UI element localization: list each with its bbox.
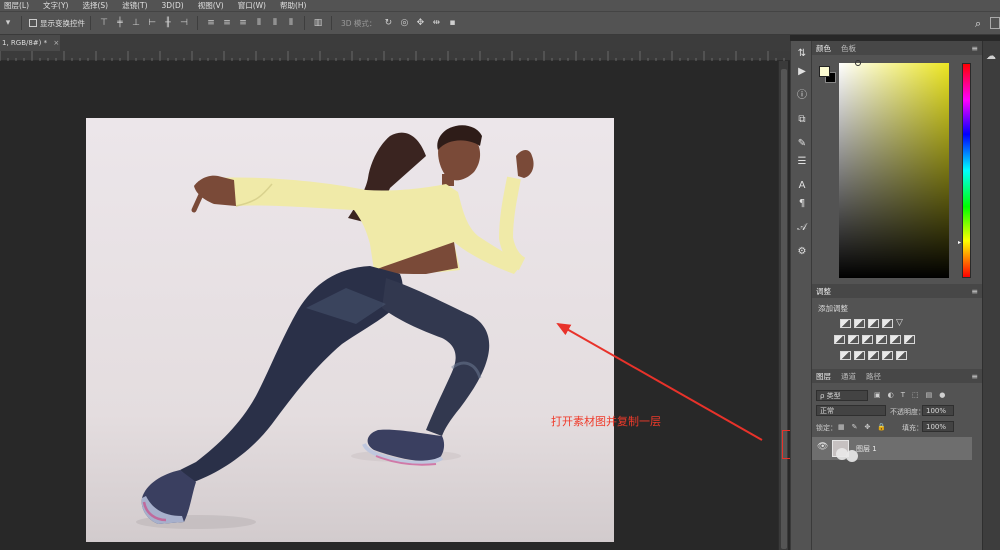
workspace-icon[interactable] xyxy=(990,17,1000,29)
adjustments-subtitle: 添加调整 xyxy=(818,304,848,313)
character-icon[interactable]: A xyxy=(794,179,810,193)
color-lookup-icon[interactable] xyxy=(904,335,915,344)
3d-panel-icon[interactable]: ⚙ xyxy=(794,245,810,259)
hue-saturation-icon[interactable] xyxy=(834,335,845,344)
color-balance-icon[interactable] xyxy=(848,335,859,344)
tab-paths[interactable]: 路径 xyxy=(866,371,881,382)
lock-transparent-icon[interactable]: ▦ xyxy=(838,423,845,431)
shape-filter-icon[interactable]: ⬚ xyxy=(912,391,919,399)
adjustment-filter-icon[interactable]: ◐ xyxy=(888,391,894,399)
adjustments-row-3 xyxy=(840,351,910,360)
foreground-color-swatch[interactable] xyxy=(819,66,830,77)
layer-filter-select[interactable]: ρ 类型 xyxy=(816,390,868,401)
blend-mode-select[interactable]: 正常 xyxy=(816,405,886,416)
fill-field[interactable]: 100% xyxy=(922,421,954,432)
tab-swatches[interactable]: 色板 xyxy=(841,43,856,54)
right-panel-group: 颜色 色板 ≡ ▸ 调整 ≡ 添加调整 ▽ 图层 通道 路径 ≡ ρ 类型 ▣ … xyxy=(812,41,982,550)
annotation-arrow xyxy=(556,323,763,441)
selective-color-icon[interactable] xyxy=(896,351,907,360)
adjustments-row-2 xyxy=(834,335,918,344)
annotation-text: 打开素材图并复制一层 xyxy=(551,415,661,428)
lock-icons: ▦ ✎ ✥ 🔒 xyxy=(838,423,893,431)
invert-icon[interactable] xyxy=(840,351,851,360)
opacity-field[interactable]: 100% xyxy=(922,405,954,416)
smart-object-filter-icon[interactable]: ▤ xyxy=(926,391,933,399)
tab-layers[interactable]: 图层 xyxy=(816,371,831,382)
color-picker-cursor[interactable] xyxy=(855,60,861,66)
tab-channels[interactable]: 通道 xyxy=(841,371,856,382)
visibility-eye-icon[interactable]: 👁 xyxy=(817,442,828,452)
layers-panel-tabs: 图层 通道 路径 ≡ xyxy=(812,369,982,383)
search-icon[interactable]: ⌕ xyxy=(975,17,981,31)
color-spectrum-field[interactable] xyxy=(839,60,949,278)
color-panel-tabs: 颜色 色板 ≡ xyxy=(812,41,982,55)
collapsed-panel-bar: ☁ xyxy=(982,41,1000,550)
lock-all-icon[interactable]: 🔒 xyxy=(877,423,886,431)
glyphs-icon[interactable]: 𝒜 xyxy=(794,221,810,235)
panel-dock: ⇅ ▶ ⓘ ⧉ ✎ ☰ A ¶ 𝒜 ⚙ xyxy=(790,41,812,550)
panel-menu-icon[interactable]: ≡ xyxy=(971,287,978,296)
vibrance-icon[interactable]: ▽ xyxy=(896,319,907,328)
tab-color[interactable]: 颜色 xyxy=(816,43,831,54)
cloud-libraries-icon[interactable]: ☁ xyxy=(986,51,996,62)
paragraph-icon[interactable]: ¶ xyxy=(794,197,810,211)
lock-position-icon[interactable]: ✥ xyxy=(865,423,871,431)
adjustments-row-1: ▽ xyxy=(840,319,910,328)
pixel-filter-icon[interactable]: ▣ xyxy=(874,391,881,399)
info-icon[interactable]: ⓘ xyxy=(794,89,810,103)
posterize-icon[interactable] xyxy=(854,351,865,360)
threshold-icon[interactable] xyxy=(868,351,879,360)
fill-label: 填充： xyxy=(902,424,923,432)
clone-source-icon[interactable]: ⧉ xyxy=(794,113,810,127)
curves-icon[interactable] xyxy=(868,319,879,328)
filter-toggle-icon[interactable]: ● xyxy=(939,391,945,399)
panel-menu-icon[interactable]: ≡ xyxy=(971,372,978,381)
opacity-label: 不透明度： xyxy=(890,408,925,416)
channel-mixer-icon[interactable] xyxy=(890,335,901,344)
hue-slider-marker[interactable]: ▸ xyxy=(958,239,961,246)
brush-presets-icon[interactable]: ✎ xyxy=(794,137,810,151)
properties-icon[interactable]: ☰ xyxy=(794,155,810,169)
adjustments-panel-tabs: 调整 ≡ xyxy=(812,284,982,298)
type-filter-icon[interactable]: T xyxy=(901,391,905,399)
tab-adjustments[interactable]: 调整 xyxy=(816,286,831,297)
levels-icon[interactable] xyxy=(854,319,865,328)
gradient-map-icon[interactable] xyxy=(882,351,893,360)
black-white-icon[interactable] xyxy=(862,335,873,344)
history-icon[interactable]: ⇅ xyxy=(794,47,810,61)
photo-filter-icon[interactable] xyxy=(876,335,887,344)
lock-label: 锁定： xyxy=(816,424,837,432)
actions-play-icon[interactable]: ▶ xyxy=(794,65,810,79)
brightness-contrast-icon[interactable] xyxy=(840,319,851,328)
layer-thumbnail-overlay xyxy=(830,444,860,466)
panel-menu-icon[interactable]: ≡ xyxy=(971,44,978,53)
lock-image-icon[interactable]: ✎ xyxy=(852,423,858,431)
exposure-icon[interactable] xyxy=(882,319,893,328)
hue-slider[interactable]: ▸ xyxy=(958,63,971,278)
layer-filter-icons: ▣ ◐ T ⬚ ▤ ● xyxy=(874,391,952,399)
